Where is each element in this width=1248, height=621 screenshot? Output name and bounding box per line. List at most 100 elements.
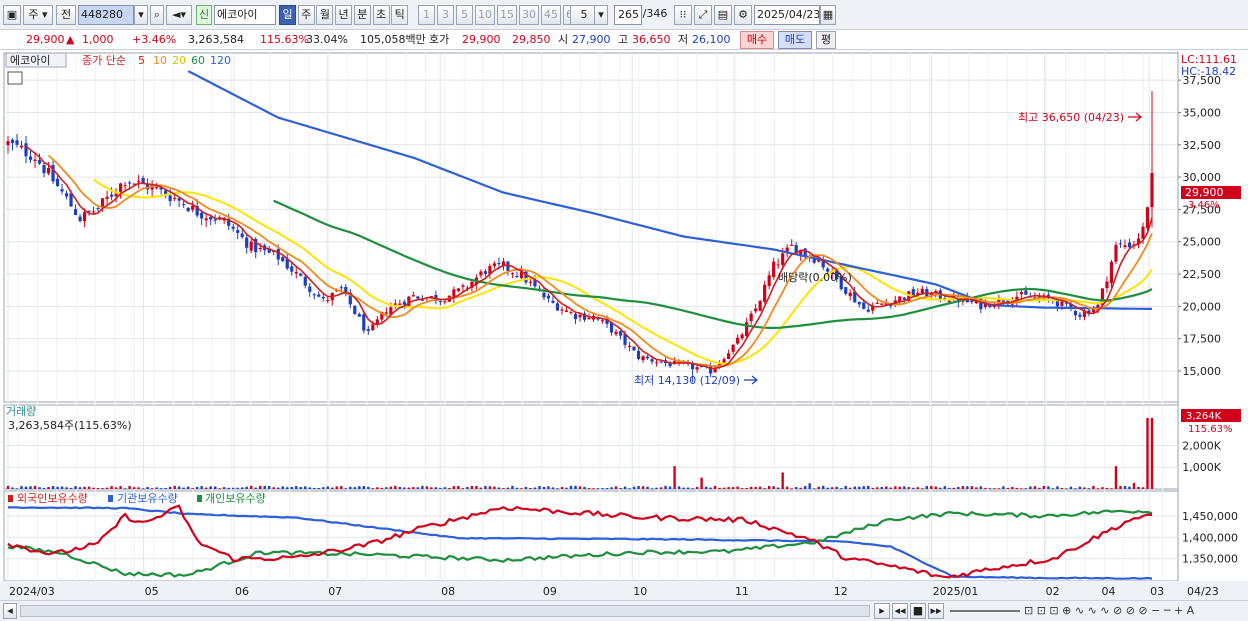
x-axis-label: 2025/01 xyxy=(933,585,979,598)
volume-bar xyxy=(416,487,420,489)
timeframe-button-2[interactable]: 월 xyxy=(316,5,334,25)
volume-bar xyxy=(349,486,352,489)
horizontal-scrollbar[interactable] xyxy=(20,605,870,617)
scroll-left-icon[interactable]: ◂ xyxy=(3,603,17,619)
zoom-slider[interactable] xyxy=(950,610,1020,612)
volume-bar xyxy=(655,487,658,489)
current-price: 29,900 xyxy=(26,33,65,46)
candle-body xyxy=(312,294,316,296)
drawing-tools-icons[interactable]: ⊡ ⊡ ⊡ ⊕ ∿ ∿ ∿ ⊘ ⊘ ⊘ − ─ + A xyxy=(1024,603,1244,619)
volume-bar xyxy=(975,487,978,489)
candle-body xyxy=(276,249,280,260)
date-input[interactable]: 2025/04/23 xyxy=(754,5,820,25)
interval-button-1[interactable]: 1 xyxy=(418,5,435,25)
interval-button-10[interactable]: 10 xyxy=(475,5,495,25)
candle-body xyxy=(294,271,298,274)
volume-bar xyxy=(65,487,68,489)
gear-icon[interactable]: ⚙ xyxy=(734,5,752,25)
prev-button[interactable]: 전 xyxy=(56,5,76,25)
timeframe-button-5[interactable]: 초 xyxy=(372,5,390,25)
stop-icon[interactable]: ■ xyxy=(910,603,926,619)
candle-body xyxy=(155,187,159,189)
candle-body xyxy=(118,183,123,192)
volume-bar xyxy=(380,487,384,489)
price-tick-label: 17,500 xyxy=(1183,333,1222,346)
buy-button[interactable]: 매수 xyxy=(740,31,774,49)
volume-bar xyxy=(340,486,343,489)
candle-body xyxy=(82,212,87,222)
interval-dropdown-icon[interactable]: ▾ xyxy=(594,5,608,25)
candle-body xyxy=(781,253,785,265)
interval-button-15[interactable]: 15 xyxy=(497,5,517,25)
volume-bar xyxy=(29,486,32,489)
volume-bar xyxy=(461,488,465,490)
volume-bar xyxy=(177,486,181,489)
volume-bar xyxy=(20,486,23,489)
volume-bar xyxy=(776,487,780,489)
average-button[interactable]: 평 xyxy=(816,31,836,49)
play-icon[interactable]: ▸ xyxy=(874,603,890,619)
table-icon[interactable] xyxy=(7,71,23,85)
volume-bar xyxy=(790,488,793,490)
volume-bar xyxy=(853,486,856,489)
stock-name-field[interactable]: 에코아이 xyxy=(214,5,276,25)
timeframe-button-1[interactable]: 주 xyxy=(297,5,315,25)
price-tick-label: 32,500 xyxy=(1183,139,1222,152)
volume-bar xyxy=(948,487,951,489)
speaker-icon[interactable]: ◄▾ xyxy=(166,5,192,25)
candle-body xyxy=(96,208,100,210)
volume-bar xyxy=(385,487,388,489)
x-axis-label: 02 xyxy=(1046,585,1060,598)
candle-body xyxy=(236,230,240,233)
volume-bar xyxy=(236,487,239,489)
volume-bar xyxy=(1150,417,1154,489)
save-icon[interactable]: ▤ xyxy=(714,5,732,25)
tool-icon[interactable]: ⤢ xyxy=(694,5,712,25)
forward-icon[interactable]: ▸▸ xyxy=(928,603,944,619)
volume-bar xyxy=(466,486,469,489)
sell-button[interactable]: 매도 xyxy=(778,31,812,49)
volume-bar xyxy=(286,487,289,489)
interval-button-3[interactable]: 3 xyxy=(437,5,454,25)
timeframe-button-4[interactable]: 분 xyxy=(353,5,371,25)
candle-body xyxy=(10,139,15,144)
volume-bar xyxy=(204,487,208,489)
volume-bar xyxy=(578,486,582,489)
volume-bar xyxy=(1029,486,1032,489)
volume-bar xyxy=(903,486,906,489)
volume-bar xyxy=(934,486,938,489)
candle-body xyxy=(384,312,388,314)
grid-icon[interactable]: ⁝⁝ xyxy=(674,5,692,25)
interval-button-5[interactable]: 5 xyxy=(456,5,473,25)
candle-body xyxy=(357,314,361,317)
volume-bar xyxy=(353,487,357,489)
volume-bar xyxy=(1047,486,1050,489)
rewind-icon[interactable]: ◂◂ xyxy=(892,603,908,619)
period-select[interactable]: 주 ▾ xyxy=(23,5,53,25)
count-input[interactable]: 265 xyxy=(614,5,642,25)
volume-bar xyxy=(718,487,721,489)
interval-button-45[interactable]: 45 xyxy=(541,5,561,25)
candle-body xyxy=(299,273,303,276)
volume-bar xyxy=(984,487,987,489)
timeframe-button-3[interactable]: 년 xyxy=(335,5,353,25)
volume-bar xyxy=(632,486,636,489)
timeframe-button-0[interactable]: 일 xyxy=(279,5,296,25)
stock-chart[interactable]: 15,00017,50020,00022,50025,00027,50030,0… xyxy=(0,51,1248,600)
interval-button-30[interactable]: 30 xyxy=(519,5,539,25)
timeframe-button-6[interactable]: 틱 xyxy=(391,5,409,25)
volume-bar xyxy=(574,485,577,489)
code-dropdown-icon[interactable]: ▾ xyxy=(134,5,148,25)
volume-bar xyxy=(1096,488,1100,490)
candle-body xyxy=(438,301,442,303)
volume-bar xyxy=(700,477,703,489)
high-price: 36,650 xyxy=(632,33,671,46)
volume-bar xyxy=(749,486,753,489)
volume-bar xyxy=(1011,486,1014,489)
calendar-icon[interactable]: ▦ xyxy=(820,5,836,25)
candle-body xyxy=(28,156,33,160)
volume-bar xyxy=(731,487,735,489)
stock-code-input[interactable]: 448280 xyxy=(78,5,134,25)
layout-icon[interactable]: ▣ xyxy=(3,5,21,25)
search-icon[interactable]: ⌕ xyxy=(150,5,164,25)
